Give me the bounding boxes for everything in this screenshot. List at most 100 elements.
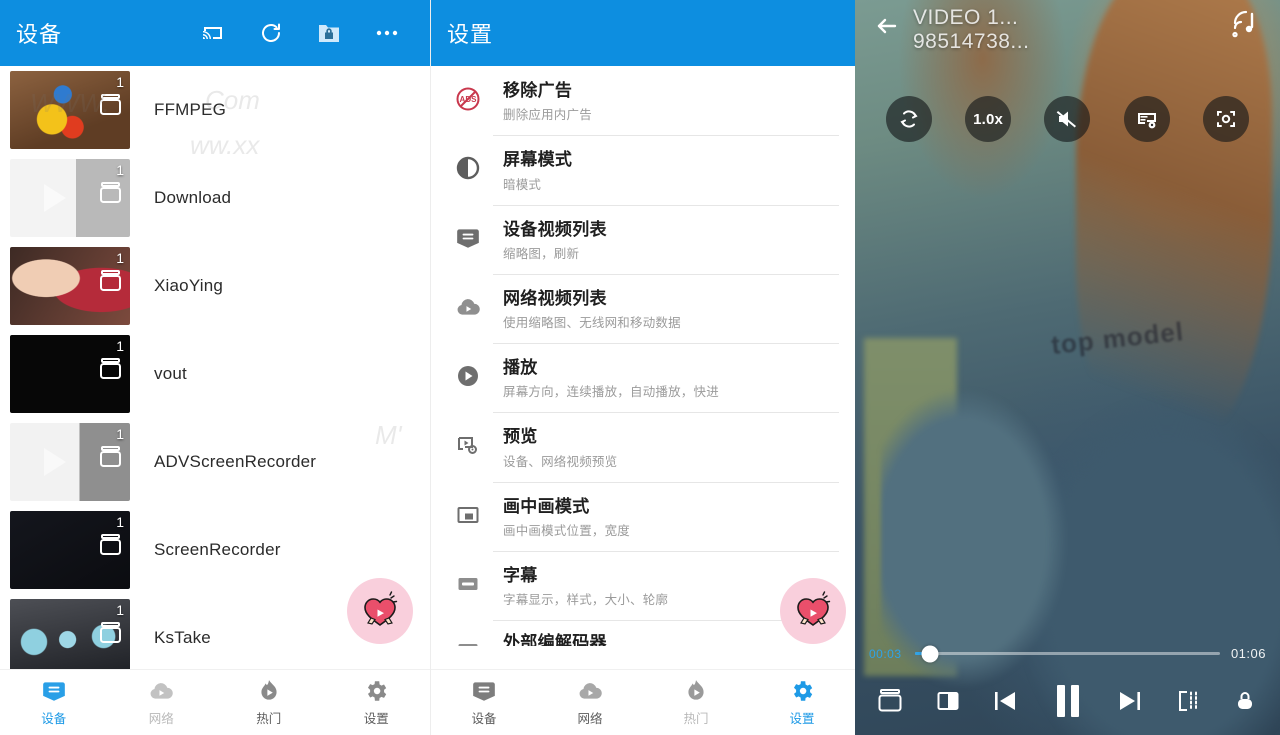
current-time-label: 00:03: [869, 646, 902, 661]
sidebar-item-hot[interactable]: 热门: [643, 678, 749, 727]
settings-item-subtitle: 使用缩略图、无线网和移动数据: [503, 316, 681, 330]
settings-item-playback[interactable]: 播放 屏幕方向，连续播放，自动播放，快进: [431, 343, 855, 412]
sidebar-item-label: 热门: [256, 712, 282, 726]
audio-cast-icon[interactable]: [1228, 8, 1262, 42]
video-file-icon: [98, 445, 124, 469]
settings-item-device-video-list[interactable]: 设备视频列表 缩略图，刷新: [431, 204, 855, 274]
settings-item-text: 字幕 字幕显示，样式，大小、轮廓: [503, 565, 668, 608]
settings-item-text: 画中画模式 画中画模式位置，宽度: [503, 496, 630, 539]
settings-item-subtitle: 缩略图，刷新: [503, 246, 580, 261]
refresh-icon[interactable]: [258, 20, 284, 46]
sidebar-item-devices[interactable]: 设备: [431, 678, 537, 727]
inbox-icon: [41, 678, 67, 704]
device-appbar-actions: [200, 20, 414, 46]
video-file-icon: [98, 181, 124, 205]
settings-item-title: 预览: [503, 427, 538, 447]
settings-item-text: 屏幕模式 暗模式: [503, 149, 572, 192]
list-item[interactable]: 1 vout: [0, 330, 430, 418]
list-item[interactable]: 1 FFMPEG: [0, 66, 430, 154]
settings-list[interactable]: ADS 移除广告 删除应用内广告 屏幕模式: [431, 66, 855, 669]
pip-icon[interactable]: [873, 684, 907, 718]
sidebar-item-settings[interactable]: 设置: [749, 678, 855, 727]
back-arrow-icon[interactable]: [871, 10, 903, 42]
device-app-panel: 设备 1 FFMPEG 1 Download 1 XiaoYing 1 vout…: [0, 0, 430, 735]
video-player-panel[interactable]: top model VIDEO 1... 98514738... 1.0x 00…: [855, 0, 1280, 735]
cloud-play-icon: [453, 292, 483, 322]
list-item[interactable]: 1 Download: [0, 154, 430, 242]
settings-bottom-nav[interactable]: 设备 网络 热门 设置: [431, 669, 855, 735]
subtitle-icon: [453, 569, 483, 599]
list-item[interactable]: 1 ADVScreenRecorder: [0, 418, 430, 506]
folder-thumbnail: 1: [10, 159, 130, 237]
overflow-menu-icon[interactable]: [374, 20, 400, 46]
settings-item-screen-mode[interactable]: 屏幕模式 暗模式: [431, 135, 855, 204]
playback-speed-button[interactable]: 1.0x: [965, 96, 1012, 142]
cast-icon[interactable]: [200, 20, 226, 46]
heart-play-fab-icon[interactable]: [347, 578, 413, 644]
settings-item-subtitle: 屏幕方向，连续播放，自动播放，快进: [503, 385, 719, 400]
folder-thumbnail: 1: [10, 335, 130, 413]
aspect-ratio-icon[interactable]: [931, 684, 965, 718]
device-folder-list[interactable]: 1 FFMPEG 1 Download 1 XiaoYing 1 vout 1 …: [0, 66, 430, 669]
rotate-screen-icon[interactable]: [885, 96, 932, 142]
settings-item-remove-ads[interactable]: ADS 移除广告 删除应用内广告: [431, 66, 855, 135]
locked-folder-icon[interactable]: [316, 20, 342, 46]
folder-thumbnail: 1: [10, 247, 130, 325]
seek-handle[interactable]: [921, 645, 939, 662]
next-icon[interactable]: [1113, 684, 1147, 718]
player-title-line2: 98514738...: [913, 30, 1030, 54]
settings-appbar-title: 设置: [447, 22, 494, 47]
settings-item-pip-mode[interactable]: 画中画模式 画中画模式位置，宽度: [431, 481, 855, 551]
video-file-icon: [98, 269, 124, 293]
player-transport-controls[interactable]: [855, 679, 1280, 727]
video-file-icon: [98, 533, 124, 557]
lock-icon[interactable]: [1228, 684, 1262, 718]
sidebar-item-devices[interactable]: 设备: [0, 678, 108, 727]
settings-item-text: 外部编解码器: [503, 632, 607, 646]
pause-icon[interactable]: [1046, 679, 1090, 723]
settings-item-subtitle: 设备、网络视频预览: [503, 454, 618, 469]
settings-item-title: 设备视频列表: [503, 219, 607, 239]
video-file-icon: [98, 93, 124, 117]
settings-item-subtitle: 字幕显示，样式，大小、轮廓: [503, 593, 669, 607]
player-bottom-bar[interactable]: 00:03 01:06: [855, 645, 1280, 735]
settings-appbar: 设置: [431, 0, 855, 66]
settings-item-text: 预览 设备、网络视频预览: [503, 426, 617, 469]
settings-item-text: 网络视频列表 使用缩略图、无线网和移动数据: [503, 288, 681, 331]
play-circle-icon: [453, 361, 483, 391]
settings-item-title: 网络视频列表: [503, 288, 607, 308]
settings-item-preview[interactable]: 预览 设备、网络视频预览: [431, 412, 855, 481]
settings-item-title: 屏幕模式: [503, 150, 573, 170]
settings-item-network-video-list[interactable]: 网络视频列表 使用缩略图、无线网和移动数据: [431, 273, 855, 343]
subtitle-settings-icon[interactable]: [1123, 96, 1170, 142]
folder-thumbnail: 1: [10, 423, 130, 501]
settings-item-subtitle: 删除应用内广告: [503, 108, 592, 123]
settings-item-subtitle: 暗模式: [503, 177, 542, 192]
sidebar-item-network[interactable]: 网络: [537, 678, 643, 727]
screen-split-icon[interactable]: [1171, 684, 1205, 718]
sidebar-item-network[interactable]: 网络: [108, 678, 216, 727]
device-appbar: 设备: [0, 0, 430, 66]
flame-play-icon: [256, 678, 282, 704]
mute-icon[interactable]: [1044, 96, 1091, 142]
player-seek-row[interactable]: 00:03 01:06: [855, 645, 1280, 662]
previous-icon[interactable]: [988, 684, 1022, 718]
folder-name: FFMPEG: [154, 100, 227, 119]
sidebar-item-settings[interactable]: 设置: [323, 678, 431, 727]
settings-item-title: 外部编解码器: [503, 633, 607, 646]
settings-item-title: 移除广告: [503, 81, 573, 100]
sidebar-item-label: 设备: [471, 712, 497, 726]
video-count-badge: 1: [116, 426, 124, 442]
list-item[interactable]: 1 XiaoYing: [0, 242, 430, 330]
player-quick-controls[interactable]: 1.0x: [855, 96, 1280, 142]
settings-item-text: 移除广告 删除应用内广告: [503, 80, 592, 123]
inbox-icon: [471, 678, 497, 704]
screenshot-icon[interactable]: [1203, 96, 1250, 142]
inbox-icon: [453, 223, 483, 253]
sidebar-item-label: 网络: [148, 712, 174, 726]
sidebar-item-hot[interactable]: 热门: [215, 678, 323, 727]
device-bottom-nav[interactable]: 设备 网络 热门 设置: [0, 669, 430, 735]
seek-bar[interactable]: [915, 645, 1220, 662]
play-placeholder-icon: [43, 184, 66, 212]
heart-play-fab-icon[interactable]: [780, 578, 846, 644]
